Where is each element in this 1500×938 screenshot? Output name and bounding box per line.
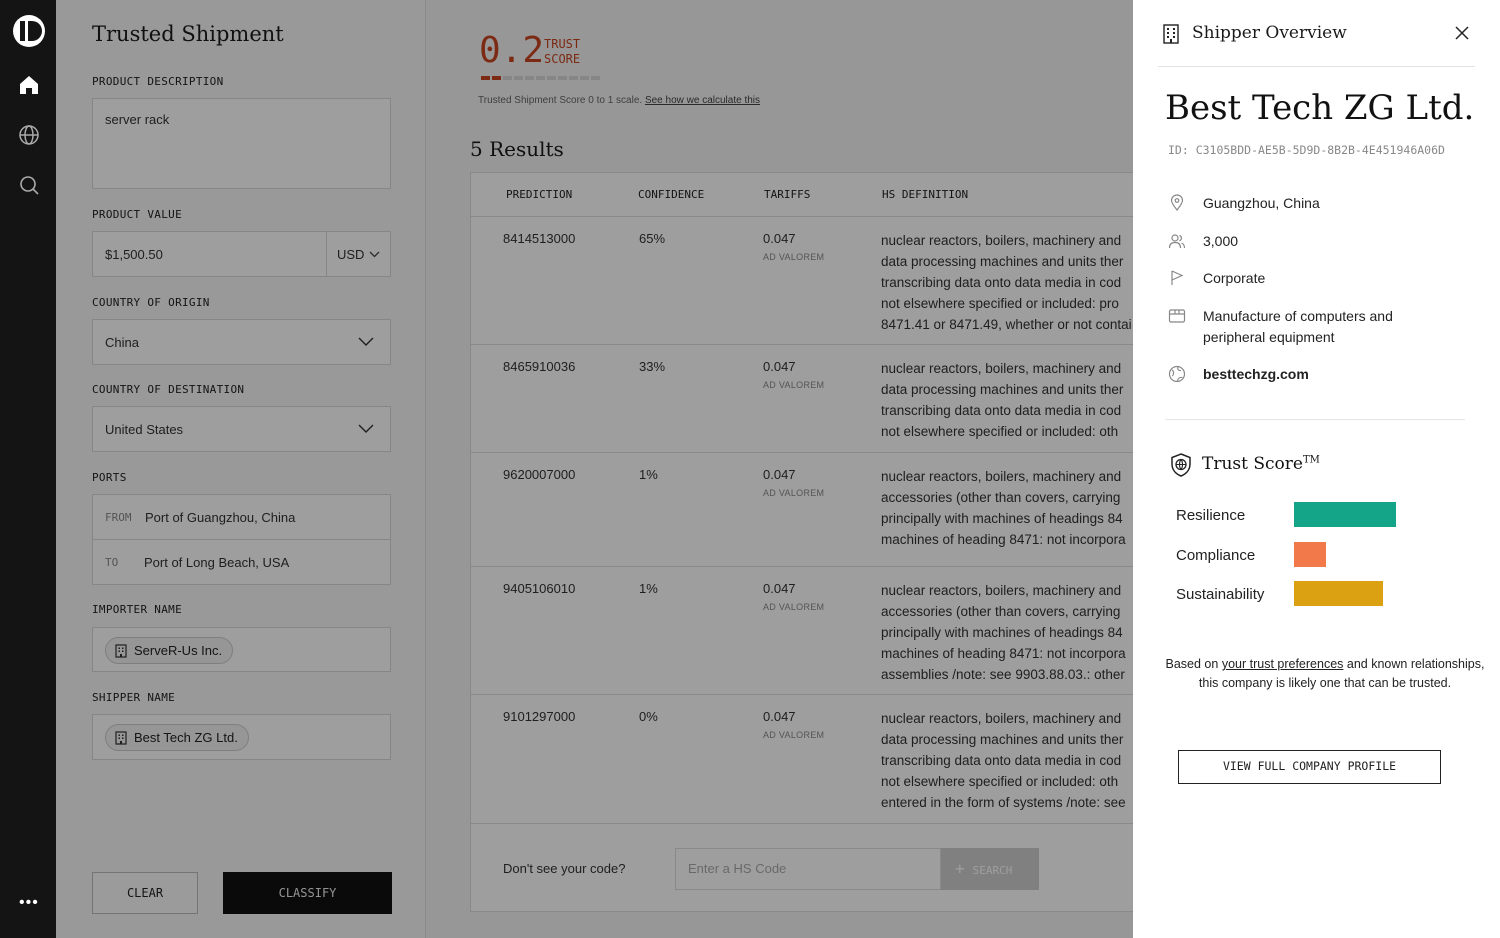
company-employees: 3,000 [1203,233,1239,249]
building-icon [1163,24,1179,44]
company-industry: Manufacture of computers and peripheral … [1203,306,1393,348]
company-type: Corporate [1203,270,1266,286]
company-name: Best Tech ZG Ltd. [1165,88,1475,128]
view-company-profile-button[interactable]: VIEW FULL COMPANY PROFILE [1178,750,1441,784]
company-location: Guangzhou, China [1203,195,1320,211]
box-icon [1168,309,1186,323]
trust-metric-bar [1294,542,1326,567]
trust-note-pre: Based on [1165,657,1222,671]
company-industry-line2: peripheral equipment [1203,329,1335,345]
nav-rail: ••• [0,0,56,938]
flag-icon [1171,270,1184,285]
shield-icon [1171,453,1191,477]
company-industry-line1: Manufacture of computers and [1203,308,1393,324]
company-website-link[interactable]: besttechzg.com [1203,364,1309,385]
drawer-divider [1158,66,1475,67]
home-icon[interactable] [17,73,41,97]
app-logo-icon[interactable] [12,14,46,48]
trust-metric-bar [1294,502,1396,527]
location-pin-icon [1170,194,1184,211]
shipper-overview-drawer: Shipper Overview Best Tech ZG Ltd. ID: C… [1133,0,1500,938]
trust-metric-label: Compliance [1176,547,1256,564]
trust-score-heading: Trust ScoreTM [1202,454,1320,474]
drawer-divider [1165,419,1465,420]
company-id: ID: C3105BDD-AE5B-5D9D-8B2B-4E451946A06D [1168,143,1445,157]
more-icon[interactable]: ••• [19,894,39,912]
close-icon[interactable] [1454,25,1470,41]
trademark-mark: TM [1302,454,1320,466]
trust-score-heading-text: Trust Score [1202,454,1303,474]
drawer-title: Shipper Overview [1192,23,1347,43]
people-icon [1168,234,1186,249]
trust-metric-bar [1294,581,1383,606]
search-icon[interactable] [17,173,41,197]
globe-icon[interactable] [17,123,41,147]
trust-note: Based on your trust preferences and know… [1165,655,1485,693]
website-globe-icon [1168,365,1186,383]
trust-preferences-link[interactable]: your trust preferences [1222,657,1344,671]
trust-metric-label: Resilience [1176,507,1246,524]
trust-metric-label: Sustainability [1176,586,1265,603]
modal-overlay[interactable] [56,0,1133,938]
